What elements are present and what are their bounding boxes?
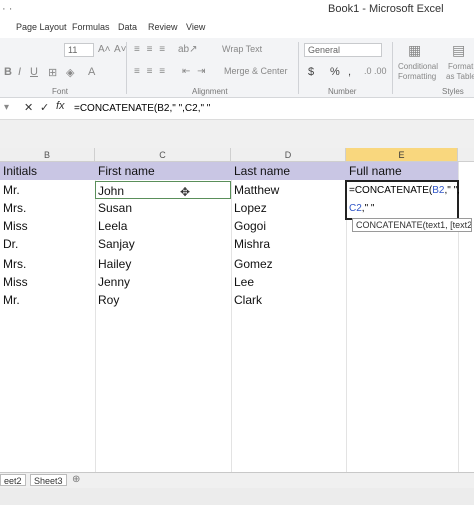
title-bar: · · Book1 - Microsoft Excel [0,0,474,20]
conditional-formatting-icon[interactable]: ▦ [408,42,421,59]
underline-button[interactable]: U [30,66,38,78]
cell-last-name[interactable]: Lopez [231,199,346,217]
quick-access-toolbar[interactable]: · · [2,3,12,15]
formula-bar: ▾ ✕ ✓ fx [0,98,474,120]
cancel-icon[interactable]: ✕ [24,101,33,114]
cell-initials[interactable]: Dr. [0,235,95,253]
group-styles-label: Styles [442,87,464,96]
conditional-formatting-label-2[interactable]: Formatting [398,72,436,81]
cell-last-name[interactable]: Mishra [231,235,346,253]
ribbon-tabs: Page Layout Formulas Data Review View [0,20,474,38]
font-color-icon[interactable]: A [88,66,95,78]
grow-font-icon[interactable]: A˄ [98,44,111,55]
formula-bar-expanded-area [0,120,474,148]
insert-sheet-icon[interactable]: ⊕ [72,474,80,485]
header-initials[interactable]: Initials [0,162,95,180]
header-full-name[interactable]: Full name [346,162,458,180]
font-size-select[interactable]: 11 [64,43,94,57]
tab-review[interactable]: Review [148,22,178,32]
merge-center-button[interactable]: Merge & Center [224,66,288,76]
borders-icon[interactable]: ⊞ [48,66,57,79]
insert-function-icon[interactable]: fx [56,100,65,112]
shrink-font-icon[interactable]: A˅ [114,44,127,55]
active-cell-line-1: =CONCATENATE(B2," ", [349,185,460,196]
cell-last-name[interactable]: Lee [231,273,346,291]
comma-button[interactable]: , [348,66,351,78]
group-font-label: Font [52,87,69,96]
cell-initials[interactable]: Miss [0,217,95,235]
sheet-tab-sheet2[interactable]: eet2 [0,474,26,486]
column-header-c[interactable]: C [95,148,231,162]
indent-icons[interactable]: ⇤ ⇥ [182,66,208,77]
cell-last-name[interactable]: Clark [231,291,346,309]
currency-button[interactable]: $ [308,66,314,78]
tab-data[interactable]: Data [118,22,137,32]
cell-first-name[interactable]: Leela [95,217,231,235]
header-first-name[interactable]: First name [95,162,231,180]
ribbon-divider [298,42,299,94]
format-as-table-label-2[interactable]: as Table [446,72,474,81]
column-header-b[interactable]: B [0,148,95,162]
ribbon-divider [126,42,127,94]
format-as-table-label-1[interactable]: Format [448,62,473,71]
ribbon-divider [392,42,393,94]
status-bar [0,488,474,505]
header-last-name[interactable]: Last name [231,162,346,180]
cell-initials[interactable]: Mrs. [0,255,95,273]
cell-first-name[interactable]: Susan [95,199,231,217]
move-cursor-icon: ✥ [180,185,191,199]
cell-last-name[interactable]: Matthew [231,181,346,199]
number-format-select[interactable]: General [304,43,382,57]
tab-page-layout[interactable]: Page Layout [16,22,67,32]
column-header-f[interactable] [458,148,474,162]
conditional-formatting-label-1[interactable]: Conditional [398,62,438,71]
window-title: Book1 - Microsoft Excel [328,3,444,15]
cell-first-name[interactable]: Jenny [95,273,231,291]
cell-first-name-selected[interactable]: John [95,181,231,199]
cell-initials[interactable]: Miss [0,273,95,291]
cell-first-name[interactable]: Hailey [95,255,231,273]
enter-icon[interactable]: ✓ [40,101,49,114]
decimal-icons[interactable]: .0 .00 [364,66,387,76]
cell-initials[interactable]: Mrs. [0,199,95,217]
wrap-text-button[interactable]: Wrap Text [222,44,262,54]
grid-line [346,180,347,472]
group-number-label: Number [328,87,357,96]
name-box-dropdown-icon[interactable]: ▾ [4,102,9,113]
cell-initials[interactable]: Mr. [0,291,95,309]
column-header-e[interactable]: E [346,148,458,162]
italic-button[interactable]: I [18,66,21,78]
cell-last-name[interactable]: Gogoi [231,217,346,235]
cell-initials[interactable]: Mr. [0,181,95,199]
horizontal-align-icons[interactable]: ≡ ≡ ≡ [134,66,167,77]
cell-first-name[interactable]: Sanjay [95,235,231,253]
bold-button[interactable]: B [4,66,12,78]
function-tooltip: CONCATENATE(text1, [text2], [352,218,472,232]
vertical-align-icons[interactable]: ≡ ≡ ≡ [134,44,167,55]
active-cell-line-2: C2," " [349,203,375,214]
cell-last-name[interactable]: Gomez [231,255,346,273]
tab-formulas[interactable]: Formulas [72,22,110,32]
cell-first-name[interactable]: Roy [95,291,231,309]
formula-input[interactable]: =CONCATENATE(B2," ",C2," " [74,103,210,114]
column-header-d[interactable]: D [231,148,346,162]
group-alignment-label: Alignment [192,87,228,96]
fill-color-icon[interactable]: ◈ [66,66,74,79]
format-as-table-icon[interactable]: ▤ [452,42,465,59]
tab-view[interactable]: View [186,22,205,32]
percent-button[interactable]: % [330,66,340,78]
orientation-icon[interactable]: ab↗ [178,44,198,55]
sheet-tab-sheet3[interactable]: Sheet3 [30,474,67,486]
ribbon: 11 A˄ A˅ B I U ⊞ ◈ A Font ≡ ≡ ≡ ab↗ Wrap… [0,38,474,98]
